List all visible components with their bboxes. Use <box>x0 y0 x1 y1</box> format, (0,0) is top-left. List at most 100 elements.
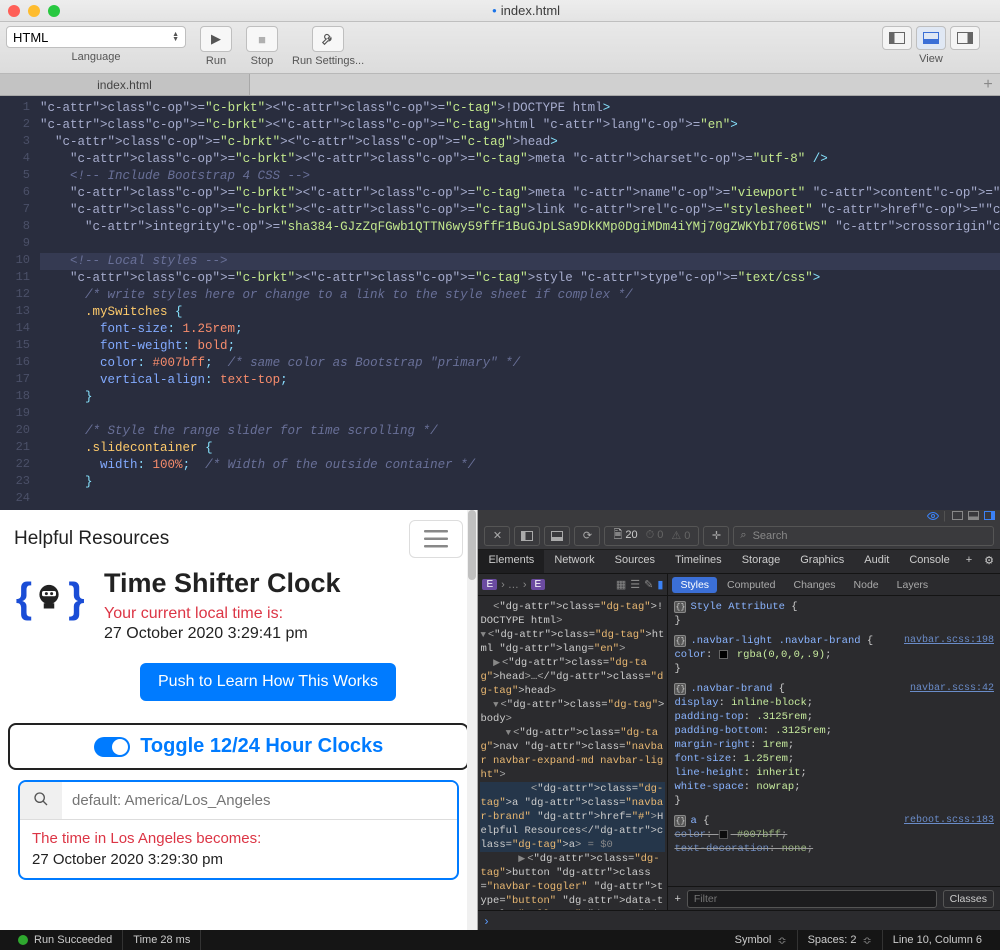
hamburger-icon <box>424 530 448 548</box>
toggle-clock-format[interactable]: Toggle 12/24 Hour Clocks <box>8 723 469 770</box>
crumb-element-icon[interactable]: E <box>531 579 546 590</box>
search-icon: ⌕ <box>740 529 746 542</box>
styles-tab-computed[interactable]: Computed <box>719 577 783 593</box>
zoom-window-button[interactable] <box>48 5 60 17</box>
code-area[interactable]: "c-attr">class"c-op">="c-brkt"><"c-attr"… <box>40 96 1000 510</box>
run-button[interactable]: ▶ <box>200 26 232 52</box>
close-window-button[interactable] <box>8 5 20 17</box>
devtools-toolbar: ✕ ⟳ 🗎 20 ⏱ 0 ⚠ 0 ✛ ⌕ Search <box>478 522 1000 550</box>
timezone-time: 27 October 2020 3:29:30 pm <box>32 851 445 868</box>
preview-scrollbar[interactable] <box>467 510 477 930</box>
learn-more-label: Push to Learn How This Works <box>158 673 378 690</box>
styles-filter-input[interactable] <box>687 890 937 908</box>
devtools-tab-sources[interactable]: Sources <box>605 550 665 573</box>
devtools-tab-audit[interactable]: Audit <box>854 550 899 573</box>
dock-bottom-button[interactable] <box>544 526 570 546</box>
target-button[interactable]: ✛ <box>703 526 729 546</box>
symbol-picker[interactable]: Symbol ≎ <box>725 930 798 950</box>
preview-local-time: 27 October 2020 3:29:41 pm <box>104 625 341 643</box>
svg-text:}: } <box>68 574 84 621</box>
styles-tab-changes[interactable]: Changes <box>786 577 844 593</box>
success-dot-icon <box>18 935 28 945</box>
chevron-updown-icon: ▲▼ <box>172 32 179 42</box>
file-tab-label: index.html <box>97 78 152 92</box>
view-right-panel-button[interactable] <box>950 26 980 50</box>
view-left-panel-button[interactable] <box>882 26 912 50</box>
new-tab-button[interactable]: + <box>976 74 1000 95</box>
tab-bar: index.html + <box>0 74 1000 96</box>
timezone-card: The time in Los Angeles becomes: 27 Octo… <box>18 780 459 880</box>
run-status: Run Succeeded <box>8 930 123 950</box>
devtools-pane: | ✕ ⟳ 🗎 20 ⏱ 0 ⚠ 0 ✛ ⌕ Search ElementsNe… <box>478 510 1000 930</box>
add-panel-button[interactable]: + <box>960 550 978 573</box>
eye-icon[interactable] <box>927 511 937 521</box>
stop-label: Stop <box>251 55 274 67</box>
traffic-lights <box>8 5 60 17</box>
timezone-input[interactable] <box>62 782 457 819</box>
devtools-tab-network[interactable]: Network <box>544 550 604 573</box>
devtools-tabs: ElementsNetworkSourcesTimelinesStorageGr… <box>478 550 1000 574</box>
learn-more-button[interactable]: Push to Learn How This Works <box>140 663 396 701</box>
lower-pane: Helpful Resources { } Time Shifter Clock <box>0 510 1000 930</box>
run-label: Run <box>206 55 226 67</box>
edit-icon[interactable]: ✎ <box>644 578 653 591</box>
dom-tree[interactable]: <"dg-attr">class="dg-tag">!DOCTYPE html>… <box>478 596 667 910</box>
dock-bottom-icon[interactable] <box>968 511 978 521</box>
styles-tab-styles[interactable]: Styles <box>672 577 717 593</box>
devtools-tab-graphics[interactable]: Graphics <box>790 550 854 573</box>
minimize-window-button[interactable] <box>28 5 40 17</box>
crumb-element-icon[interactable]: E <box>482 579 497 590</box>
dock-icon[interactable] <box>952 511 962 521</box>
layout-grid-icon[interactable]: ▦ <box>616 578 626 591</box>
devtools-settings-button[interactable]: ⚙ <box>978 550 1000 573</box>
dom-breadcrumb-bar: E › … › E ▦ ☰ ✎ ▮ <box>478 574 667 596</box>
styles-tab-layers[interactable]: Layers <box>889 577 937 593</box>
preview-title: Time Shifter Clock <box>104 568 341 599</box>
toggle-icon[interactable]: ▮ <box>657 578 663 591</box>
run-settings-button[interactable] <box>312 26 344 52</box>
preview-nav-brand[interactable]: Helpful Resources <box>14 528 169 550</box>
run-time: Time 28 ms <box>123 930 201 950</box>
search-placeholder: Search <box>753 530 788 542</box>
navbar-toggler[interactable] <box>409 520 463 558</box>
reload-button[interactable]: ⟳ <box>574 526 600 546</box>
view-bottom-panel-button[interactable] <box>916 26 946 50</box>
window-title-bar: ● index.html <box>0 0 1000 22</box>
logo-icon: { } <box>14 568 84 628</box>
devtools-search[interactable]: ⌕ Search <box>733 526 994 546</box>
code-editor[interactable]: 123456789101112131415161718192021222324 … <box>0 96 1000 510</box>
panel-bottom-icon <box>923 32 939 44</box>
devtools-quickbar: | <box>478 510 1000 522</box>
classes-button[interactable]: Classes <box>943 890 994 908</box>
resource-badges: 🗎 20 ⏱ 0 ⚠ 0 <box>604 526 699 546</box>
warn-count: ⚠ 0 <box>671 529 690 542</box>
devtools-tab-timelines[interactable]: Timelines <box>665 550 732 573</box>
panel-right-icon <box>957 32 973 44</box>
devtools-tab-console[interactable]: Console <box>899 550 959 573</box>
css-rules[interactable]: {}Style Attribute {}navbar.scss:198{}.na… <box>668 596 1000 886</box>
status-bar: Run Succeeded Time 28 ms Symbol ≎ Spaces… <box>0 930 1000 950</box>
preview-local-label: Your current local time is: <box>104 605 341 623</box>
timezone-becomes-label: The time in Los Angeles becomes: <box>32 830 445 847</box>
toggle-switch-icon <box>94 737 130 757</box>
toolbar: HTML ▲▼ Language ▶ Run ■ Stop Run Settin… <box>0 22 1000 74</box>
add-rule-button[interactable]: + <box>674 893 680 905</box>
devtools-tab-elements[interactable]: Elements <box>478 550 544 573</box>
search-icon <box>20 791 62 810</box>
layout-list-icon[interactable]: ☰ <box>630 578 640 591</box>
stop-button[interactable]: ■ <box>246 26 278 52</box>
dock-right-icon[interactable] <box>984 511 994 521</box>
file-tab[interactable]: index.html <box>0 74 250 95</box>
wrench-icon <box>321 32 335 46</box>
console-chevron-icon: › <box>484 914 488 928</box>
toggle-label: Toggle 12/24 Hour Clocks <box>140 735 383 758</box>
console-prompt[interactable]: › <box>478 910 1000 930</box>
language-select[interactable]: HTML ▲▼ <box>6 26 186 48</box>
indentation-picker[interactable]: Spaces: 2 ≎ <box>798 930 883 950</box>
view-label: View <box>919 53 943 65</box>
close-devtools-button[interactable]: ✕ <box>484 526 510 546</box>
line-gutter: 123456789101112131415161718192021222324 <box>0 96 40 510</box>
dock-side-button[interactable] <box>514 526 540 546</box>
devtools-tab-storage[interactable]: Storage <box>732 550 791 573</box>
styles-tab-node[interactable]: Node <box>846 577 887 593</box>
